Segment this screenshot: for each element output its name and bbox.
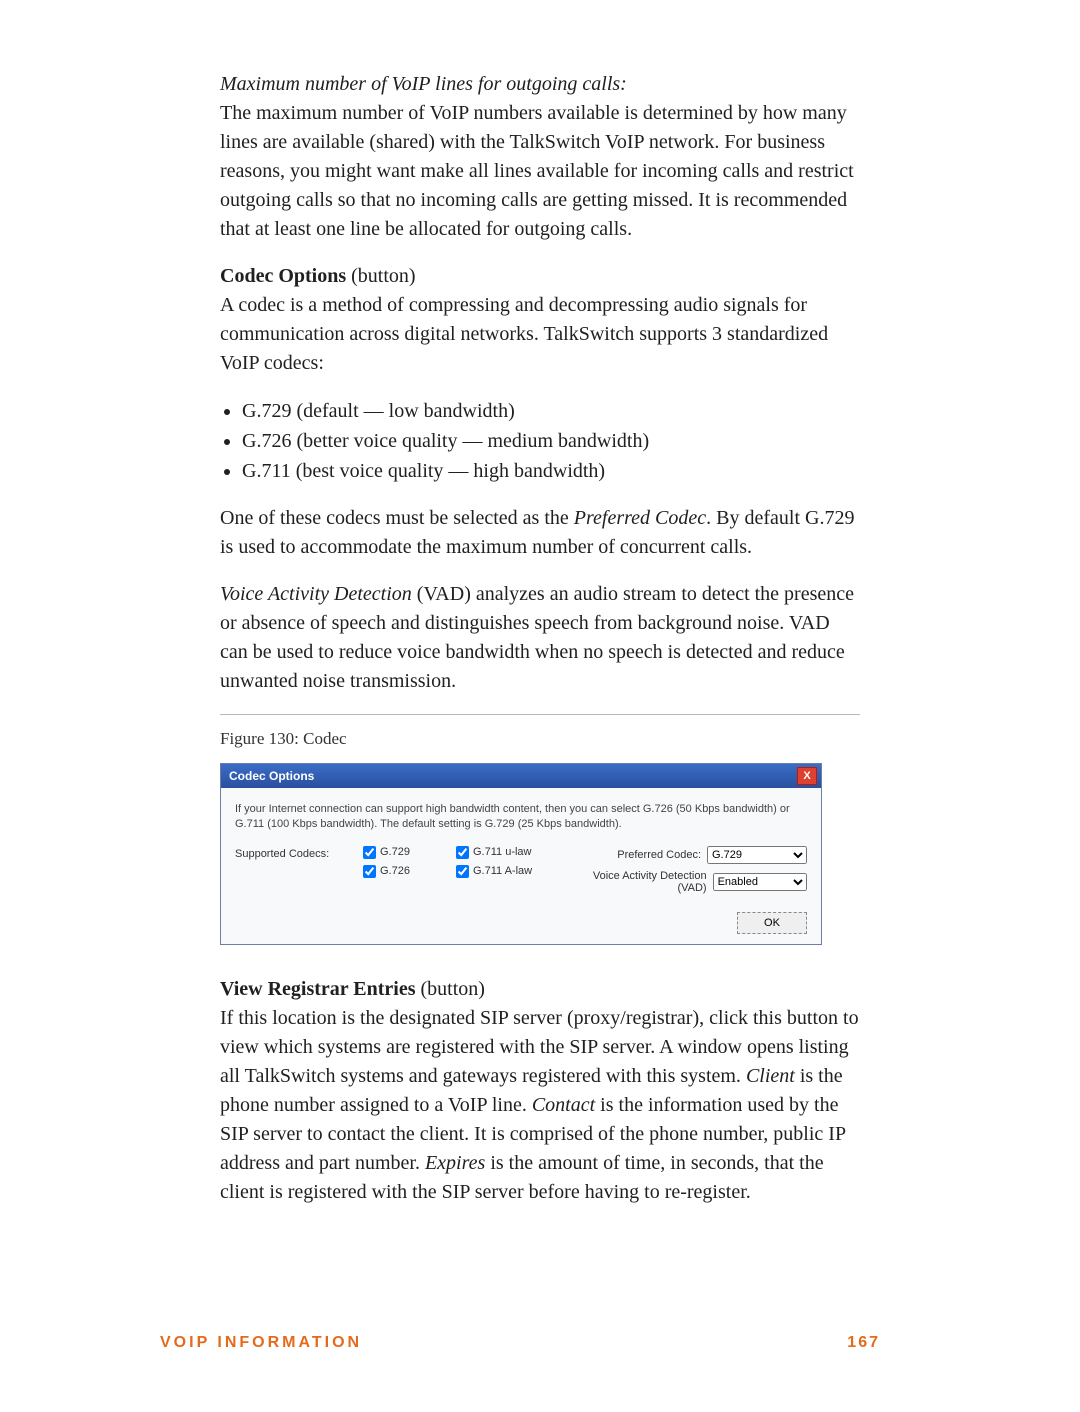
document-page: Maximum number of VoIP lines for outgoin… [0,0,1080,1412]
section-view-registrar: View Registrar Entries (button) If this … [220,975,860,1207]
section-max-voip-lines: Maximum number of VoIP lines for outgoin… [220,70,860,244]
preferred-codec-label: Preferred Codec: [617,849,701,861]
page-footer: VOIP INFORMATION 167 [160,1334,880,1352]
codec-checkbox-g726[interactable]: G.726 [363,865,438,878]
codec-checkbox-g729[interactable]: G.729 [363,846,438,859]
codec-options-dialog: Codec Options X If your Internet connect… [220,763,822,945]
dialog-title: Codec Options [229,769,314,783]
heading-max-voip-lines: Maximum number of VoIP lines for outgoin… [220,73,627,95]
footer-page-number: 167 [847,1334,880,1352]
checkbox-g726[interactable] [363,865,376,878]
heading-view-registrar-tail: (button) [416,978,485,1000]
figure-rule [220,714,860,715]
codec-checkbox-g711u[interactable]: G.711 u-law [456,846,551,859]
checkbox-g729[interactable] [363,846,376,859]
footer-section-title: VOIP INFORMATION [160,1334,362,1352]
supported-codecs-label: Supported Codecs: [235,846,345,860]
figure-caption: Figure 130: Codec [220,729,860,749]
codec-bullet: G.726 (better voice quality — medium ban… [242,426,860,456]
text-max-voip-lines: The maximum number of VoIP numbers avail… [220,102,854,240]
codec-bullet: G.729 (default — low bandwidth) [242,396,860,426]
section-codec-options: Codec Options (button) A codec is a meth… [220,262,860,378]
text-codec-intro: A codec is a method of compressing and d… [220,294,828,374]
dialog-explain: If your Internet connection can support … [235,802,807,832]
checkbox-g711a[interactable] [456,865,469,878]
codec-checkbox-col-1: G.729 G.726 [363,846,438,878]
vad-label: Voice Activity Detection (VAD) [569,870,707,894]
vad-row: Voice Activity Detection (VAD) Enabled [569,870,807,894]
heading-codec-options-tail: (button) [346,265,415,287]
codec-checkbox-col-2: G.711 u-law G.711 A-law [456,846,551,878]
codec-bullet-list: G.729 (default — low bandwidth) G.726 (b… [220,396,860,486]
preferred-codec-row: Preferred Codec: G.729 [569,846,807,864]
dialog-content-row: Supported Codecs: G.729 G.726 G.711 u-la… [235,846,807,894]
dialog-selects-col: Preferred Codec: G.729 Voice Activity De… [569,846,807,894]
checkbox-g711u[interactable] [456,846,469,859]
vad-select[interactable]: Enabled [713,873,807,891]
dialog-ok-row: OK [235,912,807,934]
codec-bullet: G.711 (best voice quality — high bandwid… [242,456,860,486]
dialog-titlebar: Codec Options X [221,764,821,788]
heading-codec-options: Codec Options [220,265,346,287]
close-icon[interactable]: X [797,767,817,785]
dialog-body: If your Internet connection can support … [221,788,821,944]
ok-button[interactable]: OK [737,912,807,934]
preferred-codec-select[interactable]: G.729 [707,846,807,864]
codec-checkbox-g711a[interactable]: G.711 A-law [456,865,551,878]
text-preferred-codec: One of these codecs must be selected as … [220,504,860,562]
text-vad: Voice Activity Detection (VAD) analyzes … [220,580,860,696]
heading-view-registrar: View Registrar Entries [220,978,416,1000]
